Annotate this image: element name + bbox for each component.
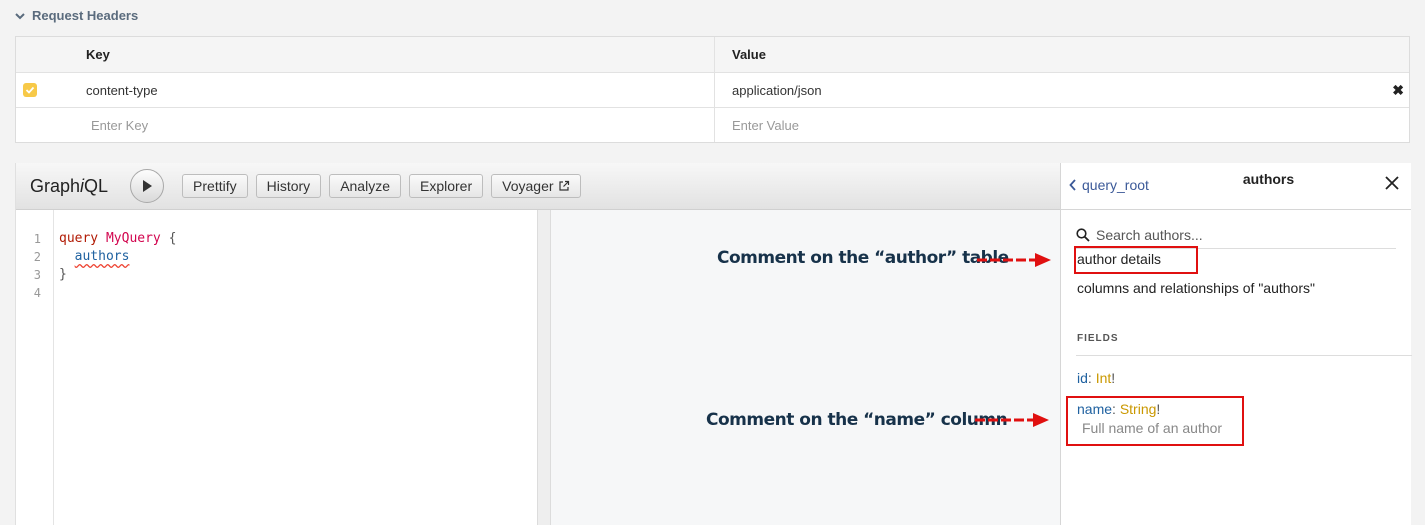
graphiql-logo: GraphiQL (30, 175, 109, 196)
request-headers-title: Request Headers (32, 8, 139, 23)
annotation-column-comment: Comment on the “name” column (706, 410, 1008, 430)
external-link-icon (558, 180, 569, 191)
request-headers-toggle[interactable]: Request Headers (14, 8, 138, 23)
arrow-right-icon (975, 413, 1049, 427)
check-icon (25, 86, 35, 94)
doc-title: authors (1242, 171, 1295, 187)
line-number-gutter: 1 2 3 4 (16, 210, 54, 525)
value-column-header: Value (732, 47, 766, 62)
doc-search-input[interactable]: Search authors... (1076, 221, 1396, 249)
highlight-box-column-comment (1066, 396, 1244, 446)
header-row: content-type application/json ✖ (16, 72, 1409, 107)
code-line-2: authors (74, 249, 130, 264)
header-enabled-checkbox[interactable] (23, 83, 37, 97)
search-icon (1076, 227, 1090, 242)
type-subdescription: columns and relationships of "authors" (1077, 280, 1315, 296)
chevron-down-icon (15, 12, 25, 19)
editor-drag-bar[interactable] (538, 210, 551, 525)
query-editor[interactable]: 1 2 3 4 query MyQuery { authors } (16, 210, 538, 525)
app-root: Request Headers Key Value content-type a… (0, 0, 1425, 525)
play-icon (143, 180, 153, 192)
doc-explorer: query_root authors Search authors... aut… (1060, 163, 1412, 525)
annotation-table-comment: Comment on the “author” table (717, 248, 1009, 268)
header-value-input[interactable]: application/json ✖ (715, 73, 1409, 107)
new-key-input[interactable]: Enter Key (86, 108, 715, 142)
voyager-button[interactable]: Voyager (491, 174, 581, 198)
header-key-input[interactable]: content-type (86, 73, 715, 107)
fields-section-title: FIELDS (1077, 333, 1119, 344)
doc-explorer-header: query_root authors (1061, 163, 1411, 210)
highlight-box-table-comment (1074, 246, 1198, 274)
headers-table: Key Value content-type application/json … (15, 36, 1410, 143)
new-value-input[interactable]: Enter Value (715, 108, 1409, 142)
delete-header-icon[interactable]: ✖ (1392, 82, 1404, 99)
headers-table-header: Key Value (16, 37, 1409, 72)
key-column-header: Key (86, 37, 715, 72)
code-line-1: query MyQuery { (59, 231, 177, 246)
graphiql-toolbar: GraphiQL Prettify History Analyze Explor… (16, 163, 1060, 210)
field-type-link[interactable]: Int (1096, 370, 1112, 386)
graphiql: GraphiQL Prettify History Analyze Explor… (15, 163, 1412, 525)
field-name-link[interactable]: id (1077, 370, 1088, 386)
prettify-button[interactable]: Prettify (182, 174, 248, 198)
arrow-right-icon (977, 253, 1051, 267)
analyze-button[interactable]: Analyze (329, 174, 401, 198)
execute-query-button[interactable] (130, 169, 165, 203)
history-button[interactable]: History (255, 174, 322, 198)
close-icon[interactable] (1385, 176, 1399, 190)
new-header-row: Enter Key Enter Value (16, 107, 1409, 142)
code-line-3: } (59, 267, 67, 282)
explorer-button[interactable]: Explorer (409, 174, 484, 198)
field-id: id: Int! (1077, 370, 1116, 386)
